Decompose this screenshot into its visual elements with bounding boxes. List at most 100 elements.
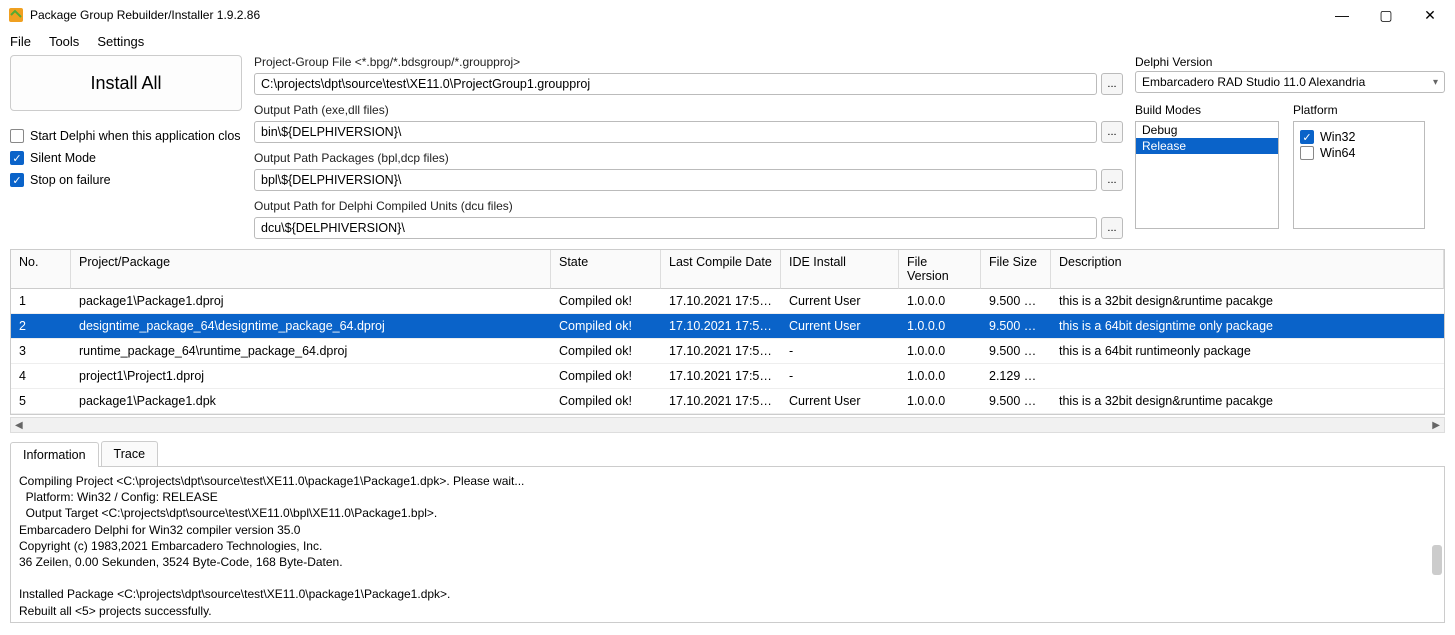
silent-mode-label: Silent Mode (30, 151, 96, 165)
table-row[interactable]: 1package1\Package1.dprojCompiled ok!17.1… (11, 289, 1444, 314)
delphi-version-combo[interactable]: Embarcadero RAD Studio 11.0 Alexandria ▾ (1135, 71, 1445, 93)
cell-desc (1051, 364, 1444, 389)
cell-state: Compiled ok! (551, 339, 661, 364)
col-size[interactable]: File Size (981, 250, 1051, 289)
build-mode-debug[interactable]: Debug (1136, 122, 1278, 138)
cell-project: project1\Project1.dproj (71, 364, 551, 389)
maximize-button[interactable]: ▢ (1373, 7, 1399, 24)
build-mode-release[interactable]: Release (1136, 138, 1278, 154)
scroll-right-icon[interactable]: ▶ (1432, 420, 1440, 431)
log-output[interactable]: Compiling Project <C:\projects\dpt\sourc… (10, 467, 1445, 623)
browse-exe-button[interactable]: ... (1101, 121, 1123, 143)
cell-no: 3 (11, 339, 71, 364)
cell-no: 5 (11, 389, 71, 414)
cell-ide: Current User (781, 314, 899, 339)
stop-on-failure-checkbox[interactable]: ✓ Stop on failure (10, 173, 242, 187)
table-row[interactable]: 2designtime_package_64\designtime_packag… (11, 314, 1444, 339)
menu-settings[interactable]: Settings (97, 34, 144, 49)
cell-last: 17.10.2021 17:52:45 (661, 289, 781, 314)
cell-ver: 1.0.0.0 (899, 339, 981, 364)
install-all-button[interactable]: Install All (10, 55, 242, 111)
scroll-left-icon[interactable]: ◀ (15, 420, 23, 431)
cell-size: 9.500 KByte (981, 339, 1051, 364)
table-row[interactable]: 3runtime_package_64\runtime_package_64.d… (11, 339, 1444, 364)
cell-project: designtime_package_64\designtime_package… (71, 314, 551, 339)
cell-ide: - (781, 364, 899, 389)
table-row[interactable]: 4project1\Project1.dprojCompiled ok!17.1… (11, 364, 1444, 389)
cell-last: 17.10.2021 17:52:46 (661, 339, 781, 364)
minimize-button[interactable]: — (1329, 7, 1355, 24)
cell-desc: this is a 32bit design&runtime pacakge (1051, 389, 1444, 414)
cell-no: 4 (11, 364, 71, 389)
checkbox-icon: ✓ (10, 173, 24, 187)
output-dcu-label: Output Path for Delphi Compiled Units (d… (254, 199, 1123, 213)
tab-trace[interactable]: Trace (101, 441, 159, 466)
stop-on-failure-label: Stop on failure (30, 173, 111, 187)
output-pkg-input[interactable]: bpl\${DELPHIVERSION}\ (254, 169, 1097, 191)
output-dcu-input[interactable]: dcu\${DELPHIVERSION}\ (254, 217, 1097, 239)
col-project[interactable]: Project/Package (71, 250, 551, 289)
cell-ide: Current User (781, 289, 899, 314)
col-no[interactable]: No. (11, 250, 71, 289)
table-row[interactable]: 5package1\Package1.dpkCompiled ok!17.10.… (11, 389, 1444, 414)
build-modes-label: Build Modes (1135, 103, 1279, 117)
checkbox-icon: ✓ (1300, 130, 1314, 144)
cell-state: Compiled ok! (551, 314, 661, 339)
delphi-version-value: Embarcadero RAD Studio 11.0 Alexandria (1142, 75, 1365, 89)
build-modes-list[interactable]: Debug Release (1135, 121, 1279, 229)
silent-mode-checkbox[interactable]: ✓ Silent Mode (10, 151, 242, 165)
checkbox-icon (10, 129, 24, 143)
platform-win32-checkbox[interactable]: ✓ Win32 (1300, 130, 1418, 144)
cell-size: 2.129 MByte (981, 364, 1051, 389)
cell-last: 17.10.2021 17:52:46 (661, 364, 781, 389)
col-desc[interactable]: Description (1051, 250, 1444, 289)
platform-win64-label: Win64 (1320, 146, 1355, 160)
close-button[interactable]: ✕ (1417, 7, 1443, 24)
browse-pkg-button[interactable]: ... (1101, 169, 1123, 191)
packages-table: No. Project/Package State Last Compile D… (10, 249, 1445, 415)
cell-desc: this is a 64bit designtime only package (1051, 314, 1444, 339)
menu-tools[interactable]: Tools (49, 34, 79, 49)
checkbox-icon (1300, 146, 1314, 160)
platform-win32-label: Win32 (1320, 130, 1355, 144)
cell-no: 1 (11, 289, 71, 314)
cell-last: 17.10.2021 17:52:46 (661, 389, 781, 414)
title-bar: Package Group Rebuilder/Installer 1.9.2.… (0, 0, 1455, 30)
col-state[interactable]: State (551, 250, 661, 289)
project-group-label: Project-Group File <*.bpg/*.bdsgroup/*.g… (254, 55, 1123, 69)
cell-size: 9.500 KByte (981, 314, 1051, 339)
app-icon (8, 7, 24, 23)
log-text: Compiling Project <C:\projects\dpt\sourc… (19, 474, 524, 623)
output-exe-input[interactable]: bin\${DELPHIVERSION}\ (254, 121, 1097, 143)
cell-ide: Current User (781, 389, 899, 414)
platform-box: ✓ Win32 Win64 (1293, 121, 1425, 229)
col-ver[interactable]: File Version (899, 250, 981, 289)
start-delphi-label: Start Delphi when this application clos (30, 129, 241, 143)
col-last[interactable]: Last Compile Date (661, 250, 781, 289)
col-ide[interactable]: IDE Install (781, 250, 899, 289)
vertical-scrollbar[interactable] (1432, 545, 1442, 575)
cell-state: Compiled ok! (551, 389, 661, 414)
menu-bar: File Tools Settings (0, 30, 1455, 55)
menu-file[interactable]: File (10, 34, 31, 49)
checkbox-icon: ✓ (10, 151, 24, 165)
cell-project: package1\Package1.dpk (71, 389, 551, 414)
project-group-input[interactable]: C:\projects\dpt\source\test\XE11.0\Proje… (254, 73, 1097, 95)
cell-project: runtime_package_64\runtime_package_64.dp… (71, 339, 551, 364)
output-pkg-label: Output Path Packages (bpl,dcp files) (254, 151, 1123, 165)
platform-win64-checkbox[interactable]: Win64 (1300, 146, 1418, 160)
cell-ver: 1.0.0.0 (899, 314, 981, 339)
output-exe-label: Output Path (exe,dll files) (254, 103, 1123, 117)
cell-state: Compiled ok! (551, 364, 661, 389)
table-header: No. Project/Package State Last Compile D… (11, 250, 1444, 289)
cell-ver: 1.0.0.0 (899, 364, 981, 389)
cell-desc: this is a 32bit design&runtime pacakge (1051, 289, 1444, 314)
browse-dcu-button[interactable]: ... (1101, 217, 1123, 239)
horizontal-scrollbar[interactable]: ◀▶ (10, 417, 1445, 433)
delphi-version-label: Delphi Version (1135, 55, 1445, 69)
window-title: Package Group Rebuilder/Installer 1.9.2.… (30, 8, 1329, 22)
start-delphi-checkbox[interactable]: Start Delphi when this application clos (10, 129, 242, 143)
browse-project-button[interactable]: ... (1101, 73, 1123, 95)
tab-information[interactable]: Information (10, 442, 99, 467)
cell-desc: this is a 64bit runtimeonly package (1051, 339, 1444, 364)
